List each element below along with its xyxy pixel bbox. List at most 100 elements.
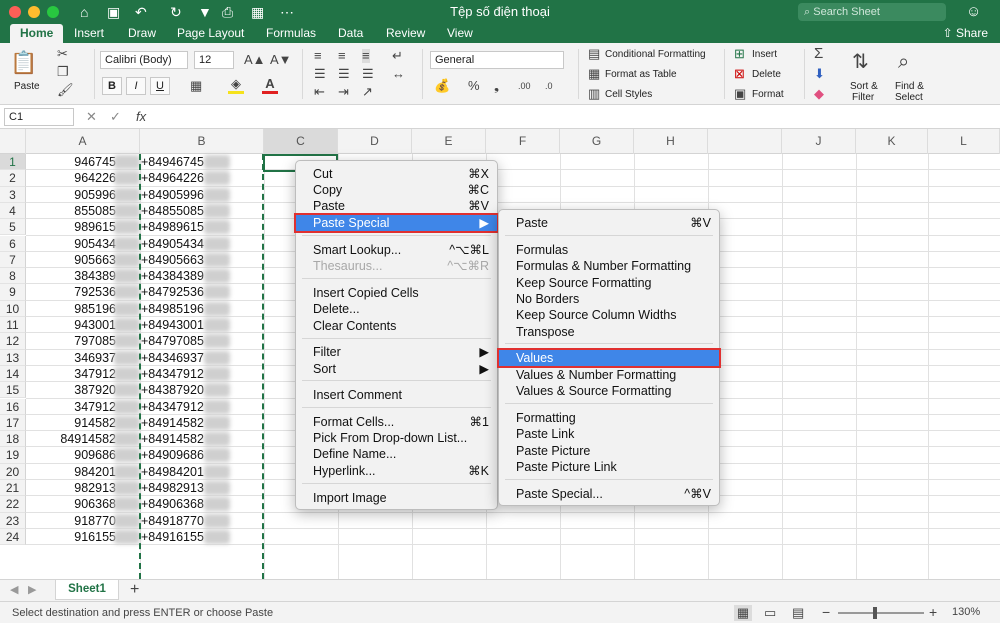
insert-cells-button[interactable]: Insert	[752, 49, 777, 60]
cell-a-value[interactable]: 855085	[26, 203, 118, 219]
format-cells-icon[interactable]: ▣	[734, 87, 746, 101]
menu-item-sort[interactable]: Sort ▶	[296, 361, 497, 377]
paste-label[interactable]: Paste	[14, 81, 40, 92]
submenu-item-paste-special-dialog[interactable]: Paste Special... ^⌘V	[499, 486, 719, 502]
row-header[interactable]: 20	[0, 463, 26, 480]
comma-style-icon[interactable]: ❟	[494, 79, 499, 93]
feedback-smiley-icon[interactable]: ☺	[966, 3, 981, 21]
bold-button[interactable]: B	[102, 77, 122, 95]
zoom-level[interactable]: 130%	[952, 606, 980, 618]
decrease-indent-icon[interactable]: ⇤	[314, 85, 325, 99]
underline-button[interactable]: U	[150, 77, 170, 95]
tab-insert[interactable]: Insert	[74, 24, 104, 43]
submenu-item-formulas[interactable]: Formulas	[499, 242, 719, 258]
cell-a-value[interactable]: 964226	[26, 170, 118, 186]
cell-a-value[interactable]: 946745	[26, 154, 118, 170]
cell-a-value[interactable]: 918770	[26, 513, 118, 529]
row-header[interactable]: 10	[0, 300, 26, 317]
add-sheet-icon[interactable]: +	[130, 581, 139, 599]
search-sheet-input[interactable]: ⌕ Search Sheet	[798, 3, 946, 21]
prev-sheet-icon[interactable]: ◀	[10, 583, 18, 596]
format-as-table-button[interactable]: Format as Table	[605, 69, 677, 80]
italic-button[interactable]: I	[126, 77, 146, 95]
column-header-c[interactable]: C	[264, 129, 338, 154]
find-select-icon[interactable]: ⌕	[898, 51, 909, 73]
submenu-item-values-number-formatting[interactable]: Values & Number Formatting	[499, 367, 719, 383]
fill-color-icon[interactable]: ◈	[228, 77, 244, 94]
menu-item-delete[interactable]: Delete...	[296, 301, 497, 317]
row-header[interactable]: 4	[0, 202, 26, 220]
align-center-icon[interactable]: ☰	[338, 67, 350, 81]
row-header[interactable]: 17	[0, 414, 26, 432]
fill-down-icon[interactable]: ⬇	[814, 67, 825, 81]
row-header[interactable]: 3	[0, 186, 26, 203]
normal-view-icon[interactable]: ▦	[734, 605, 752, 621]
align-bottom-icon[interactable]: ≡	[362, 49, 370, 63]
conditional-formatting-button[interactable]: Conditional Formatting	[605, 49, 706, 60]
menu-item-copy[interactable]: Copy ⌘C	[296, 182, 497, 198]
row-header[interactable]: 15	[0, 382, 26, 399]
borders-icon[interactable]: ▦	[190, 79, 202, 93]
tab-data[interactable]: Data	[338, 24, 363, 43]
font-name-select[interactable]: Calibri (Body)	[100, 51, 188, 69]
menu-item-paste-special[interactable]: Paste Special ▶	[294, 213, 499, 233]
submenu-item-formulas-number-formatting[interactable]: Formulas & Number Formatting	[499, 258, 719, 274]
decrease-decimal-icon[interactable]: .0	[545, 79, 553, 93]
submenu-item-no-borders[interactable]: No Borders	[499, 291, 719, 307]
name-box[interactable]: C1	[4, 108, 74, 126]
sort-filter-label-1[interactable]: Sort &	[850, 81, 878, 92]
row-header[interactable]: 6	[0, 235, 26, 252]
number-format-select[interactable]: General	[430, 51, 564, 69]
tab-page-layout[interactable]: Page Layout	[177, 24, 244, 43]
copy-icon[interactable]: ❐	[57, 65, 69, 79]
conditional-formatting-icon[interactable]: ▤	[588, 47, 600, 61]
submenu-item-paste-picture-link[interactable]: Paste Picture Link	[499, 459, 719, 475]
wrap-text-icon[interactable]: ↵	[392, 49, 403, 63]
menu-item-format-cells[interactable]: Format Cells... ⌘1	[296, 414, 497, 430]
insert-cells-icon[interactable]: ⊞	[734, 47, 745, 61]
sort-filter-label-2[interactable]: Filter	[852, 92, 874, 103]
column-header-h[interactable]: H	[634, 129, 708, 154]
cell-a-value[interactable]: 909686	[26, 447, 118, 463]
select-all-corner[interactable]	[0, 129, 26, 154]
share-button[interactable]: ⇧ Share	[943, 24, 988, 43]
row-header[interactable]: 13	[0, 349, 26, 366]
row-header[interactable]: 24	[0, 528, 26, 546]
tab-view[interactable]: View	[447, 24, 473, 43]
menu-item-hyperlink[interactable]: Hyperlink... ⌘K	[296, 463, 497, 479]
row-header[interactable]: 21	[0, 480, 26, 497]
submenu-item-paste[interactable]: Paste ⌘V	[499, 215, 719, 231]
sort-filter-icon[interactable]: ⇅	[852, 51, 869, 73]
column-header-l[interactable]: L	[928, 129, 1000, 154]
row-header[interactable]: 1	[0, 154, 26, 171]
row-header[interactable]: 9	[0, 284, 26, 301]
cell-a-value[interactable]: 905434	[26, 236, 118, 252]
menu-item-insert-copied-cells[interactable]: Insert Copied Cells	[296, 285, 497, 301]
percent-style-icon[interactable]: %	[468, 79, 480, 93]
column-header-i[interactable]	[708, 129, 782, 154]
menu-item-insert-comment[interactable]: Insert Comment	[296, 387, 497, 403]
format-painter-icon[interactable]: 🖌	[57, 83, 74, 97]
column-header-g[interactable]: G	[560, 129, 634, 154]
cell-a-value[interactable]: 792536	[26, 284, 118, 300]
menu-item-smart-lookup[interactable]: Smart Lookup... ^⌥⌘L	[296, 242, 497, 258]
column-header-a[interactable]: A	[26, 129, 140, 154]
cell-a-value[interactable]: 797085	[26, 333, 118, 349]
row-header[interactable]: 11	[0, 317, 26, 334]
cell-a-value[interactable]: 906368	[26, 496, 118, 512]
cell-a-value[interactable]: 347912	[26, 399, 118, 415]
submenu-item-transpose[interactable]: Transpose	[499, 324, 719, 340]
row-header[interactable]: 14	[0, 365, 26, 383]
format-as-table-icon[interactable]: ▦	[588, 67, 600, 81]
column-header-f[interactable]: F	[486, 129, 560, 154]
row-header[interactable]: 18	[0, 431, 26, 448]
submenu-item-values-source-formatting[interactable]: Values & Source Formatting	[499, 383, 719, 399]
clear-icon[interactable]: ◆	[814, 87, 824, 101]
cell-a-value[interactable]: 84914582	[26, 431, 118, 447]
increase-indent-icon[interactable]: ⇥	[338, 85, 349, 99]
tab-formulas[interactable]: Formulas	[266, 24, 316, 43]
cell-styles-icon[interactable]: ▥	[588, 87, 600, 101]
zoom-slider-thumb[interactable]	[873, 607, 877, 619]
merge-cells-icon[interactable]: ↔	[392, 67, 405, 81]
font-size-select[interactable]: 12	[194, 51, 234, 69]
